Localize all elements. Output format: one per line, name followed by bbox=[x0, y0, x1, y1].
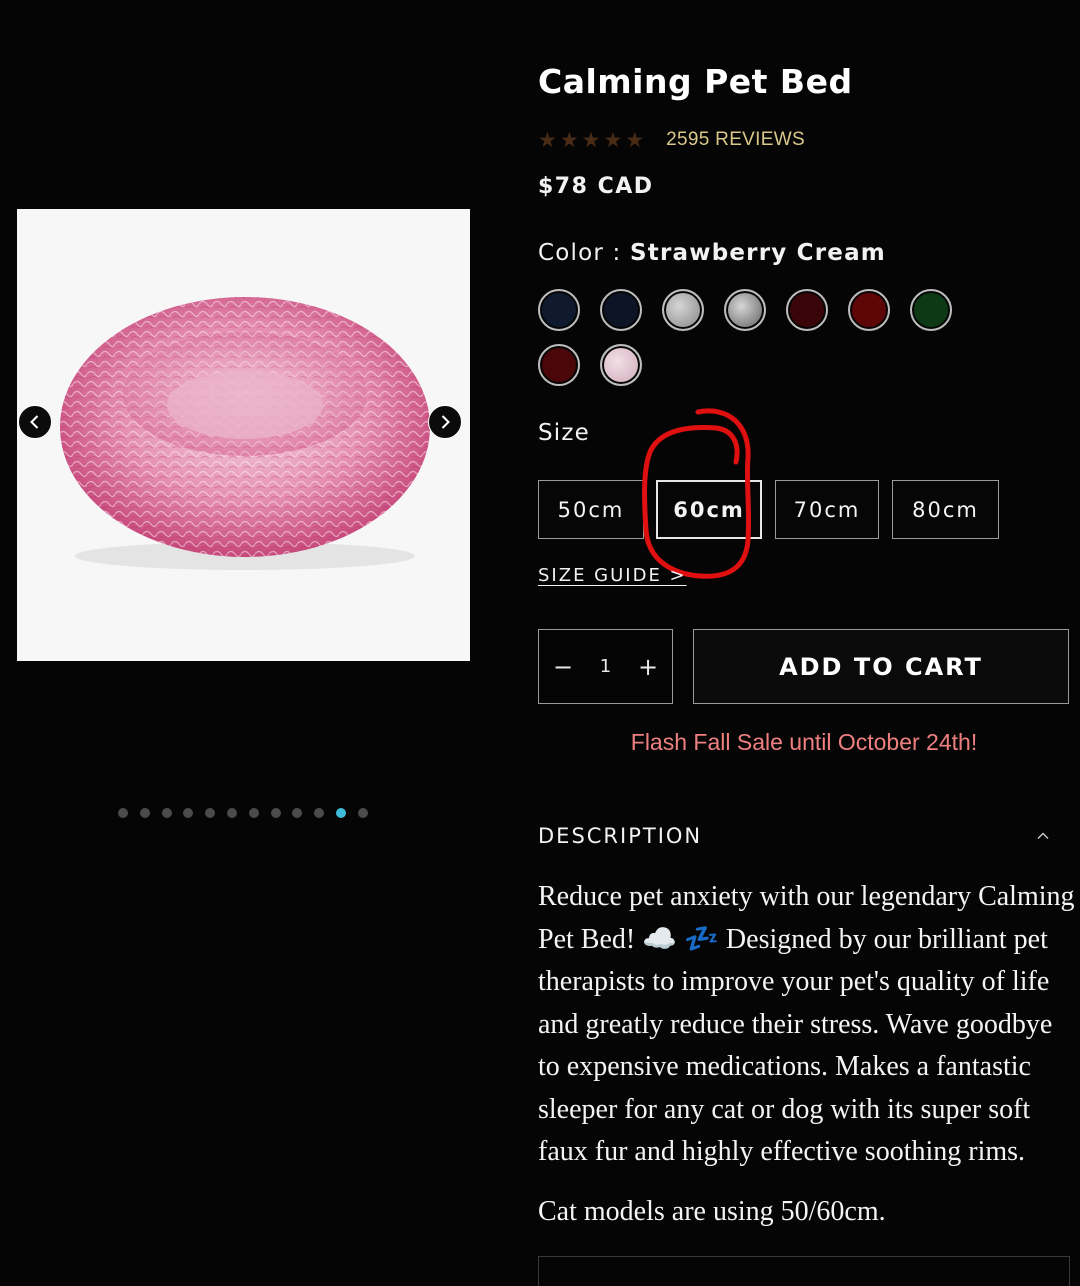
add-to-cart-button[interactable]: ADD TO CART bbox=[693, 629, 1069, 704]
description-accordion-header[interactable]: DESCRIPTION bbox=[538, 824, 1050, 848]
description-title: DESCRIPTION bbox=[538, 824, 703, 848]
size-guide-link[interactable]: SIZE GUIDE > bbox=[538, 565, 687, 586]
color-label: Color : Strawberry Cream bbox=[538, 240, 886, 266]
description-text: Reduce pet anxiety with our legendary Ca… bbox=[538, 881, 1075, 1167]
star-icon: ★ bbox=[581, 128, 601, 152]
pagination-dot[interactable] bbox=[357, 808, 368, 818]
color-swatch-burgundy[interactable] bbox=[538, 344, 580, 386]
size-option-80cm[interactable]: 80cm bbox=[892, 480, 999, 539]
pagination-dot-active[interactable] bbox=[335, 808, 346, 818]
size-option-50cm[interactable]: 50cm bbox=[538, 480, 644, 539]
description-note: Cat models are using 50/60cm. bbox=[538, 1196, 886, 1227]
quantity-increase-button[interactable]: + bbox=[638, 653, 658, 681]
pagination-dot[interactable] bbox=[161, 808, 172, 818]
quantity-input[interactable] bbox=[583, 655, 628, 678]
star-icon: ★ bbox=[603, 128, 623, 152]
pagination-dot[interactable] bbox=[118, 808, 128, 818]
next-image-button[interactable] bbox=[428, 405, 462, 439]
pagination-dot[interactable] bbox=[314, 808, 325, 818]
color-label-prefix: Color : bbox=[538, 240, 631, 266]
size-option-60cm[interactable]: 60cm bbox=[656, 480, 762, 539]
color-swatch-green[interactable] bbox=[910, 289, 952, 331]
gallery-pagination-dots bbox=[118, 808, 380, 818]
selected-color-name: Strawberry Cream bbox=[630, 240, 886, 266]
star-icon: ★ bbox=[559, 128, 579, 152]
color-swatch-wine-2[interactable] bbox=[848, 289, 890, 331]
product-title: Calming Pet Bed bbox=[538, 62, 853, 101]
chevron-right-icon bbox=[441, 415, 450, 429]
color-swatch-grey-2[interactable] bbox=[724, 289, 766, 331]
flash-sale-banner: Flash Fall Sale until October 24th! bbox=[630, 729, 978, 755]
chevron-up-icon bbox=[1037, 832, 1049, 839]
star-icon: ★ bbox=[625, 128, 645, 152]
color-swatch-strawberry-cream[interactable] bbox=[600, 344, 642, 386]
color-swatch-grey-1[interactable] bbox=[662, 289, 704, 331]
previous-image-button[interactable] bbox=[18, 405, 52, 439]
pagination-dot[interactable] bbox=[292, 808, 303, 818]
product-image-gallery bbox=[17, 209, 470, 661]
star-icon: ★ bbox=[538, 128, 557, 152]
quantity-decrease-button[interactable]: − bbox=[553, 653, 573, 681]
size-option-70cm[interactable]: 70cm bbox=[775, 480, 879, 539]
size-label: Size bbox=[538, 420, 591, 446]
pagination-dot[interactable] bbox=[205, 808, 216, 818]
chevron-left-icon bbox=[30, 415, 39, 429]
reviews-link[interactable]: 2595 REVIEWS bbox=[666, 129, 805, 151]
pagination-dot[interactable] bbox=[183, 808, 194, 818]
color-swatch-wine-1[interactable] bbox=[786, 289, 828, 331]
product-price: $78 CAD bbox=[538, 174, 654, 199]
pagination-dot[interactable] bbox=[248, 808, 259, 818]
rating: ★ ★ ★ ★ ★ 2595 REVIEWS bbox=[538, 128, 805, 152]
product-image-pet-bed bbox=[60, 297, 430, 570]
color-swatch-navy-2[interactable] bbox=[600, 289, 642, 331]
pagination-dot[interactable] bbox=[226, 808, 237, 818]
pagination-dot[interactable] bbox=[270, 808, 281, 818]
quantity-stepper: − + bbox=[538, 629, 673, 704]
next-section-box bbox=[538, 1256, 1070, 1286]
star-rating: ★ ★ ★ ★ ★ bbox=[538, 128, 644, 152]
pagination-dot[interactable] bbox=[139, 808, 150, 818]
color-swatch-navy-1[interactable] bbox=[538, 289, 580, 331]
